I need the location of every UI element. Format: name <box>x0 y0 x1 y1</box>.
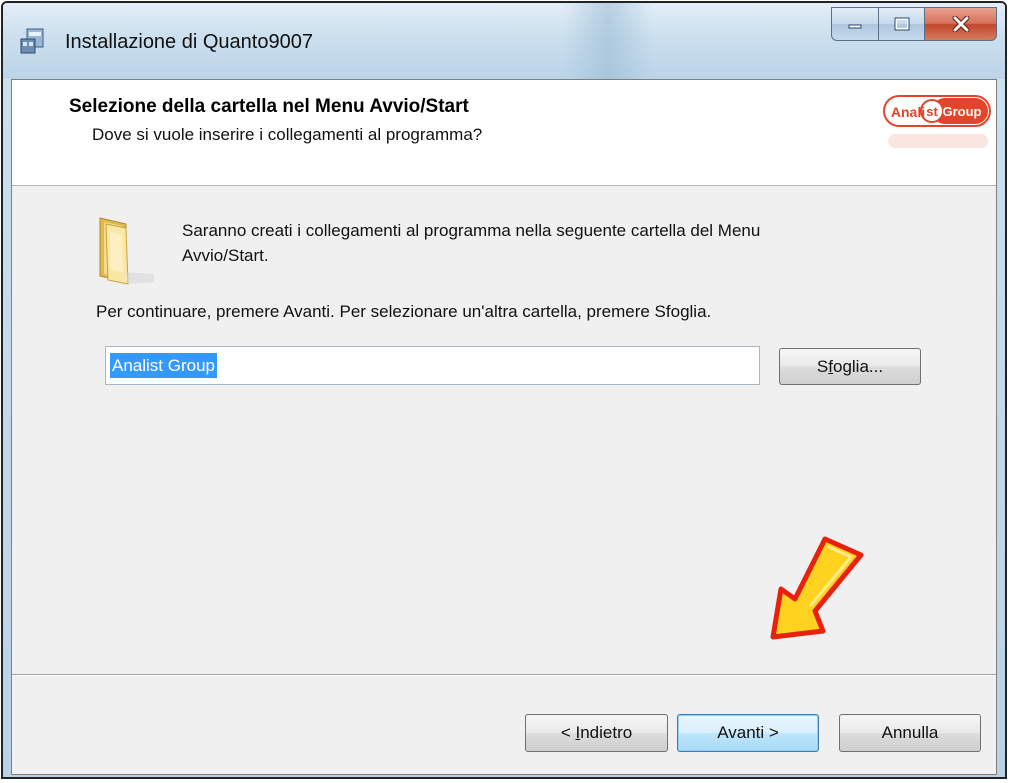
installer-app-icon <box>20 28 44 54</box>
wizard-header: Selezione della cartella nel Menu Avvio/… <box>12 80 996 186</box>
svg-text:Anali: Anali <box>891 104 925 120</box>
caption-buttons <box>831 7 997 41</box>
close-icon <box>952 16 969 32</box>
next-button[interactable]: Avanti > <box>677 714 819 752</box>
svg-text:st: st <box>926 104 938 119</box>
minimize-icon <box>848 24 862 29</box>
cancel-button[interactable]: Annulla <box>839 714 981 752</box>
analist-group-logo: Anali st Group <box>883 95 991 148</box>
title-bar-sheen <box>563 3 653 79</box>
info-text-line-2: Avvio/Start. <box>182 246 269 265</box>
svg-text:Group: Group <box>943 104 982 119</box>
info-text-line-1: Saranno creati i collegamenti al program… <box>182 221 761 240</box>
back-label-prefix: < <box>560 723 576 742</box>
back-label-suffix: ndietro <box>580 723 633 742</box>
browse-button[interactable]: Sf oglia... <box>779 348 921 385</box>
page-subtitle: Dove si vuole inserire i collegamenti al… <box>92 125 483 144</box>
bottom-separator <box>12 674 996 676</box>
back-button[interactable]: < Indietro <box>525 714 668 752</box>
start-menu-folder-input[interactable]: Analist Group <box>105 346 760 385</box>
pointer-arrow-icon <box>770 536 864 640</box>
close-button[interactable] <box>925 7 997 41</box>
maximize-icon <box>894 17 909 31</box>
folder-icon <box>99 217 154 285</box>
maximize-button[interactable] <box>879 7 925 41</box>
selected-folder-text: Analist Group <box>110 353 217 378</box>
window-title: Installazione di Quanto9007 <box>65 31 313 53</box>
browse-label-suffix: oglia... <box>832 356 884 376</box>
wizard-client-area: Selezione della cartella nel Menu Avvio/… <box>11 79 997 775</box>
instruction-text: Per continuare, premere Avanti. Per sele… <box>96 302 712 321</box>
title-bar[interactable]: Installazione di Quanto9007 <box>3 3 1005 79</box>
browse-label-prefix: S <box>816 356 829 376</box>
installer-window: Installazione di Quanto9007 Selezione de… <box>1 1 1007 779</box>
page-title: Selezione della cartella nel Menu Avvio/… <box>69 96 469 117</box>
minimize-button[interactable] <box>831 7 879 41</box>
